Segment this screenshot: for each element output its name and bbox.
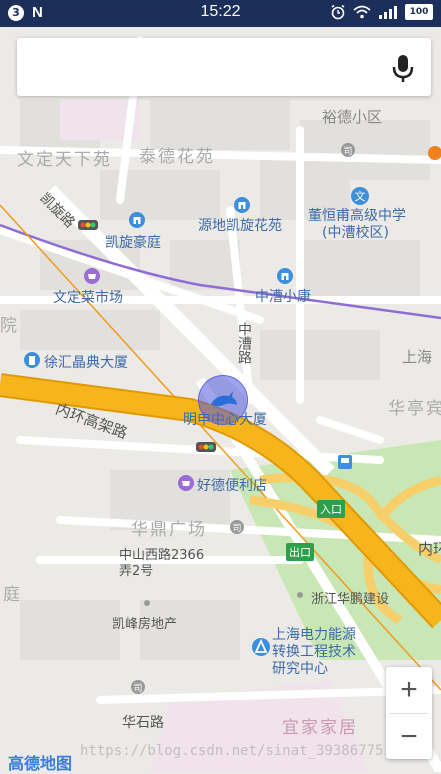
point-marker-icon bbox=[144, 600, 150, 606]
amap-logo: 高德地图 bbox=[8, 754, 73, 773]
dolphin-location-icon bbox=[211, 391, 237, 407]
svg-text:司: 司 bbox=[133, 683, 142, 694]
status-right: 100 bbox=[330, 4, 433, 20]
csdn-watermark: https://blog.csdn.net/sinat_39386775 bbox=[80, 743, 384, 759]
battery-icon: 100 bbox=[405, 4, 433, 20]
residential-icon[interactable] bbox=[129, 212, 145, 228]
school-icon[interactable]: 文 bbox=[351, 187, 369, 205]
label-kaifeng-fangdichan[interactable]: 凯峰房地产 bbox=[112, 613, 177, 632]
label-chukou[interactable]: 出口 bbox=[286, 543, 314, 561]
label-yuandi-kaixuan-huayuan[interactable]: 源地凯旋花苑 bbox=[198, 215, 282, 235]
label-rukou[interactable]: 入口 bbox=[317, 500, 345, 518]
label-huating[interactable]: 华亭宾 bbox=[388, 394, 441, 419]
label-ting[interactable]: 庭 bbox=[3, 580, 22, 605]
market-icon[interactable] bbox=[84, 268, 100, 284]
wifi-icon bbox=[353, 5, 371, 19]
residential-icon[interactable] bbox=[277, 268, 293, 284]
label-zhongshan-xilu-line2[interactable]: 弄2号 bbox=[119, 560, 153, 579]
label-power-center-line3[interactable]: 研究中心 bbox=[272, 658, 328, 678]
svg-text:司: 司 bbox=[232, 523, 241, 534]
label-shanghai-partial[interactable]: 上海 bbox=[402, 346, 432, 367]
label-kaixuan-haoting[interactable]: 凯旋豪庭 bbox=[105, 232, 161, 252]
point-marker-icon bbox=[297, 592, 303, 598]
label-yuan[interactable]: 院 bbox=[0, 311, 19, 336]
convenience-store-icon[interactable] bbox=[178, 475, 194, 491]
svg-text:司: 司 bbox=[343, 146, 352, 157]
search-input[interactable] bbox=[29, 48, 383, 88]
road-sign-icon: 司 bbox=[341, 143, 355, 157]
status-bar: 3 N 15:22 100 bbox=[0, 0, 441, 27]
microphone-icon[interactable] bbox=[389, 53, 417, 83]
label-zhongcao-lu: 中漕路 bbox=[236, 322, 252, 364]
label-dongheng-school-line2[interactable]: (中漕校区) bbox=[322, 222, 389, 242]
label-yude-xiaoqu[interactable]: 裕德小区 bbox=[322, 106, 382, 127]
alarm-icon bbox=[331, 4, 345, 20]
traffic-light-icon bbox=[78, 220, 98, 230]
label-taide-huayuan[interactable]: 泰德花苑 bbox=[139, 142, 215, 167]
current-location-marker[interactable] bbox=[198, 375, 248, 425]
label-neihuan-partial: 内环 bbox=[418, 540, 441, 558]
label-wending-tianxiayuan[interactable]: 文定天下苑 bbox=[17, 145, 112, 170]
label-zhongcao-xiaokang[interactable]: 中漕小康 bbox=[255, 286, 311, 306]
residential-icon[interactable] bbox=[234, 197, 250, 213]
label-wending-caishichang[interactable]: 文定菜市场 bbox=[53, 287, 123, 307]
signal-icon bbox=[379, 6, 397, 19]
label-zhejiang-huapeng[interactable]: 浙江华鹏建设 bbox=[311, 588, 389, 607]
zoom-out-button[interactable]: − bbox=[386, 714, 432, 759]
orange-poi-icon[interactable] bbox=[428, 146, 441, 160]
traffic-light-icon bbox=[196, 442, 216, 452]
label-huading-guangchang[interactable]: 华鼎广场 bbox=[131, 515, 207, 540]
road-sign-icon: 司 bbox=[230, 520, 244, 534]
search-bar[interactable] bbox=[17, 38, 431, 96]
label-yijia-jiaju[interactable]: 宜家家居 bbox=[282, 713, 358, 738]
bus-stop-icon[interactable] bbox=[338, 455, 352, 471]
power-station-icon[interactable] bbox=[252, 638, 270, 656]
building-icon[interactable] bbox=[24, 352, 40, 368]
zoom-in-button[interactable]: + bbox=[386, 667, 432, 712]
label-huashi-lu: 华石路 bbox=[122, 715, 164, 731]
svg-text:文: 文 bbox=[355, 189, 366, 203]
road-sign-icon: 司 bbox=[131, 680, 145, 694]
label-xuhui-jingdian-dasha[interactable]: 徐汇晶典大厦 bbox=[44, 352, 128, 372]
label-haode-bianlidian[interactable]: 好德便利店 bbox=[197, 475, 267, 495]
zoom-controls: + − bbox=[386, 667, 432, 759]
